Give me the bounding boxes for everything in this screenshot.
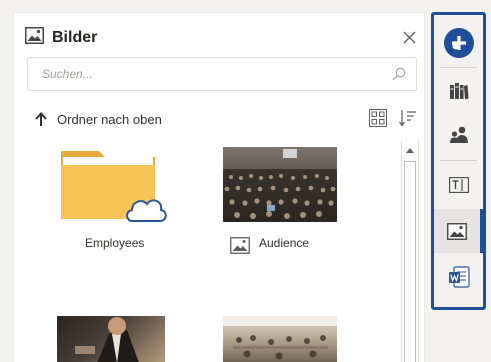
view-toggle-button[interactable] xyxy=(369,109,387,127)
folder-up-label: Ordner nach oben xyxy=(57,111,162,127)
pane-header: Bilder xyxy=(25,27,97,49)
pictures-pane: Bilder Ordner nach oben xyxy=(13,12,425,362)
cloud-icon xyxy=(126,199,167,222)
grid-view-icon xyxy=(369,109,387,127)
search-input[interactable] xyxy=(28,58,378,90)
text-field-icon xyxy=(448,177,469,193)
rail-separator xyxy=(440,67,477,68)
arrow-up-icon xyxy=(35,111,47,126)
rail-button-pictures[interactable] xyxy=(434,209,483,253)
rail-button-text-field[interactable] xyxy=(434,163,483,207)
rail-button-add[interactable] xyxy=(434,21,483,65)
item-label: Employees xyxy=(85,236,145,250)
image-thumbnail xyxy=(57,316,165,362)
pane-title: Bilder xyxy=(52,29,98,46)
add-icon xyxy=(443,28,474,58)
close-icon xyxy=(403,31,415,43)
folder-item-employees[interactable]: Employees xyxy=(59,147,169,255)
library-icon xyxy=(449,83,468,100)
people-icon xyxy=(449,126,468,143)
item-label: Audience xyxy=(259,236,310,250)
search-box xyxy=(27,57,417,91)
image-item[interactable] xyxy=(223,316,337,362)
image-item[interactable] xyxy=(57,316,165,362)
image-icon xyxy=(25,27,44,49)
rail-separator xyxy=(440,160,477,161)
image-thumbnail xyxy=(223,316,337,362)
side-rail xyxy=(431,12,486,310)
image-item-audience[interactable]: Audience xyxy=(223,147,337,255)
search-icon[interactable] xyxy=(392,67,406,86)
scroll-up-button[interactable] xyxy=(402,141,418,159)
rail-button-people[interactable] xyxy=(434,113,483,157)
image-icon xyxy=(230,237,250,259)
rail-button-library[interactable] xyxy=(434,69,483,113)
rail-button-word[interactable] xyxy=(434,255,483,299)
vertical-scrollbar[interactable] xyxy=(401,141,419,362)
folder-up-button[interactable]: Ordner nach oben xyxy=(35,111,162,127)
scroll-up-arrow-icon xyxy=(406,148,414,153)
image-icon xyxy=(447,222,467,240)
sort-button[interactable] xyxy=(398,108,418,128)
scrollbar-thumb[interactable] xyxy=(404,161,416,362)
sort-icon xyxy=(399,110,416,127)
audience-thumbnail xyxy=(223,147,337,222)
word-icon xyxy=(448,266,470,288)
close-button[interactable] xyxy=(398,26,420,48)
